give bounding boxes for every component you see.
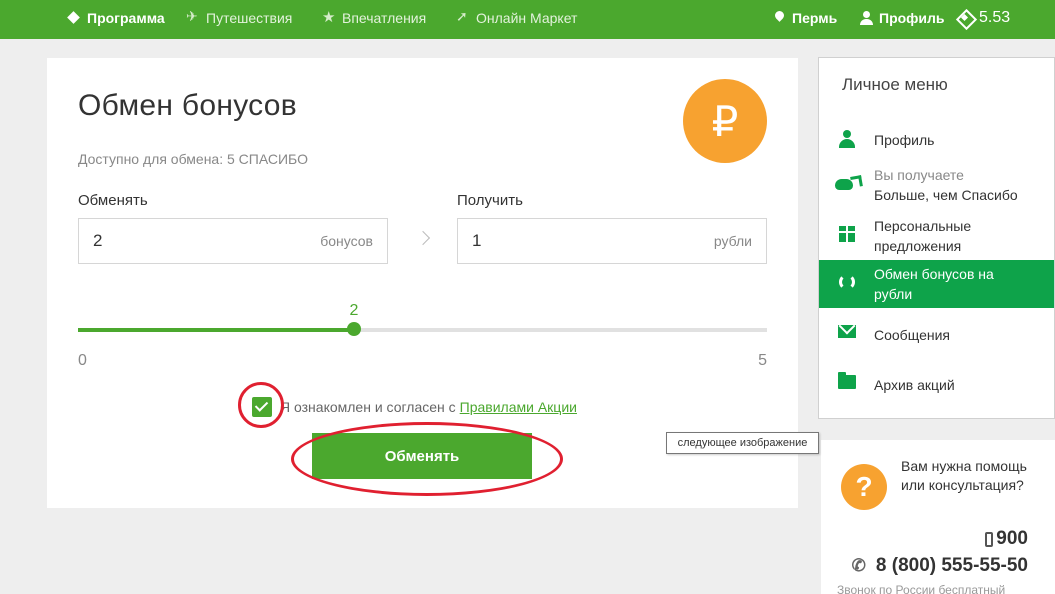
bonus-unit: бонусов (320, 233, 373, 249)
slider-min-label: 0 (78, 352, 87, 369)
annotation-circle-checkbox (238, 382, 284, 428)
balance-value: 5.53 (979, 9, 1011, 26)
city-selector[interactable]: Пермь (772, 0, 837, 36)
location-pin-icon (772, 11, 786, 25)
menu-item-profile[interactable]: Профиль (819, 124, 1054, 156)
rubles-amount-input[interactable]: 1 рубли (457, 218, 767, 264)
diamond-icon (67, 11, 81, 25)
next-image-tooltip: следующее изображение (666, 432, 819, 454)
help-note: Звонок по России бесплатный (837, 583, 1006, 594)
annotation-circle-button (291, 422, 563, 496)
star-icon (322, 8, 336, 26)
slider-max-label: 5 (758, 352, 767, 369)
menu-item-label: Сообщения (874, 327, 950, 343)
slider-fill (78, 328, 354, 332)
nav-label: Впечатления (342, 10, 427, 26)
phone-icon: ✆ (851, 556, 866, 575)
bonus-slider[interactable] (78, 322, 767, 336)
nav-label: Путешествия (206, 10, 293, 26)
menu-item-personal-offers[interactable]: Персональные предложения (819, 214, 1054, 258)
nav-item-impressions[interactable]: Впечатления (322, 0, 426, 36)
bonus-amount-input[interactable]: 2 бонусов (78, 218, 388, 264)
profile-label: Профиль (879, 10, 945, 26)
menu-item-label: Профиль (874, 132, 935, 148)
agreement-row: Я ознакомлен и согласен с Правилами Акци… (252, 397, 577, 417)
profile-link[interactable]: Профиль (859, 0, 945, 36)
cursor-icon (456, 8, 470, 25)
menu-item-label-line2: предложения (874, 238, 962, 254)
short-phone[interactable]: 900 (985, 528, 1028, 550)
slider-handle[interactable] (347, 322, 361, 336)
question-icon: ? (841, 464, 887, 510)
menu-item-sublabel: Вы получаете (874, 167, 964, 183)
available-bonuses: Доступно для обмена: 5 СПАСИБО (78, 151, 308, 167)
bonus-amount-value: 2 (93, 231, 103, 250)
menu-item-exchange-bonuses[interactable]: Обмен бонусов на рубли (819, 260, 1054, 308)
menu-item-label: Обмен бонусов на (874, 266, 994, 282)
mobile-phone-icon (985, 531, 994, 547)
long-phone[interactable]: ✆ 8 (800) 555-55-50 (852, 555, 1028, 577)
ruble-icon: ₽ (683, 79, 767, 163)
city-label: Пермь (792, 10, 838, 26)
nav-item-travel[interactable]: Путешествия (186, 0, 292, 36)
bonus-diamond-icon (957, 10, 973, 26)
user-icon (859, 11, 873, 25)
from-label: Обменять (78, 192, 148, 209)
top-navigation: Программа Путешествия Впечатления Онлайн… (0, 0, 1055, 39)
menu-item-more-than-spasibo[interactable]: Вы получаете Больше, чем Спасибо (819, 163, 1054, 207)
chevron-right-icon (415, 230, 431, 246)
nav-item-programma[interactable]: Программа (67, 0, 165, 36)
folder-icon (837, 372, 856, 389)
rules-link[interactable]: Правилами Акции (460, 399, 577, 415)
menu-item-label: Персональные (874, 218, 972, 234)
menu-item-label: Больше, чем Спасибо (874, 187, 1018, 203)
help-box: ? Вам нужна помощь или консультация? 900… (821, 440, 1055, 594)
plane-icon (186, 8, 200, 25)
page-title: Обмен бонусов (78, 89, 298, 122)
nav-label: Программа (87, 10, 165, 26)
rubles-amount-value: 1 (472, 231, 482, 250)
gift-icon (838, 226, 855, 242)
to-label: Получить (457, 192, 523, 209)
rubles-unit: рубли (713, 233, 752, 249)
nav-label: Онлайн Маркет (476, 10, 578, 26)
user-icon (838, 130, 856, 148)
whale-icon (834, 175, 859, 191)
nav-item-market[interactable]: Онлайн Маркет (456, 0, 577, 36)
long-phone-number: 8 (800) 555-55-50 (875, 555, 1028, 576)
mail-icon (837, 325, 856, 338)
personal-menu-title: Личное меню (842, 75, 948, 94)
menu-item-archive[interactable]: Архив акций (819, 368, 1054, 402)
menu-item-label: Архив акций (874, 377, 955, 393)
menu-item-messages[interactable]: Сообщения (819, 318, 1054, 352)
help-text: Вам нужна помощь или консультация? (901, 458, 1027, 493)
short-phone-number: 900 (996, 528, 1028, 549)
agreement-text: Я ознакомлен и согласен с (280, 399, 456, 415)
slider-current-value: 2 (349, 302, 359, 319)
balance-link[interactable]: 5.53 (957, 0, 1010, 36)
refresh-icon (838, 274, 855, 290)
menu-item-label-line2: рубли (874, 286, 913, 302)
personal-menu: Личное меню Профиль Вы получаете Больше,… (818, 57, 1055, 419)
